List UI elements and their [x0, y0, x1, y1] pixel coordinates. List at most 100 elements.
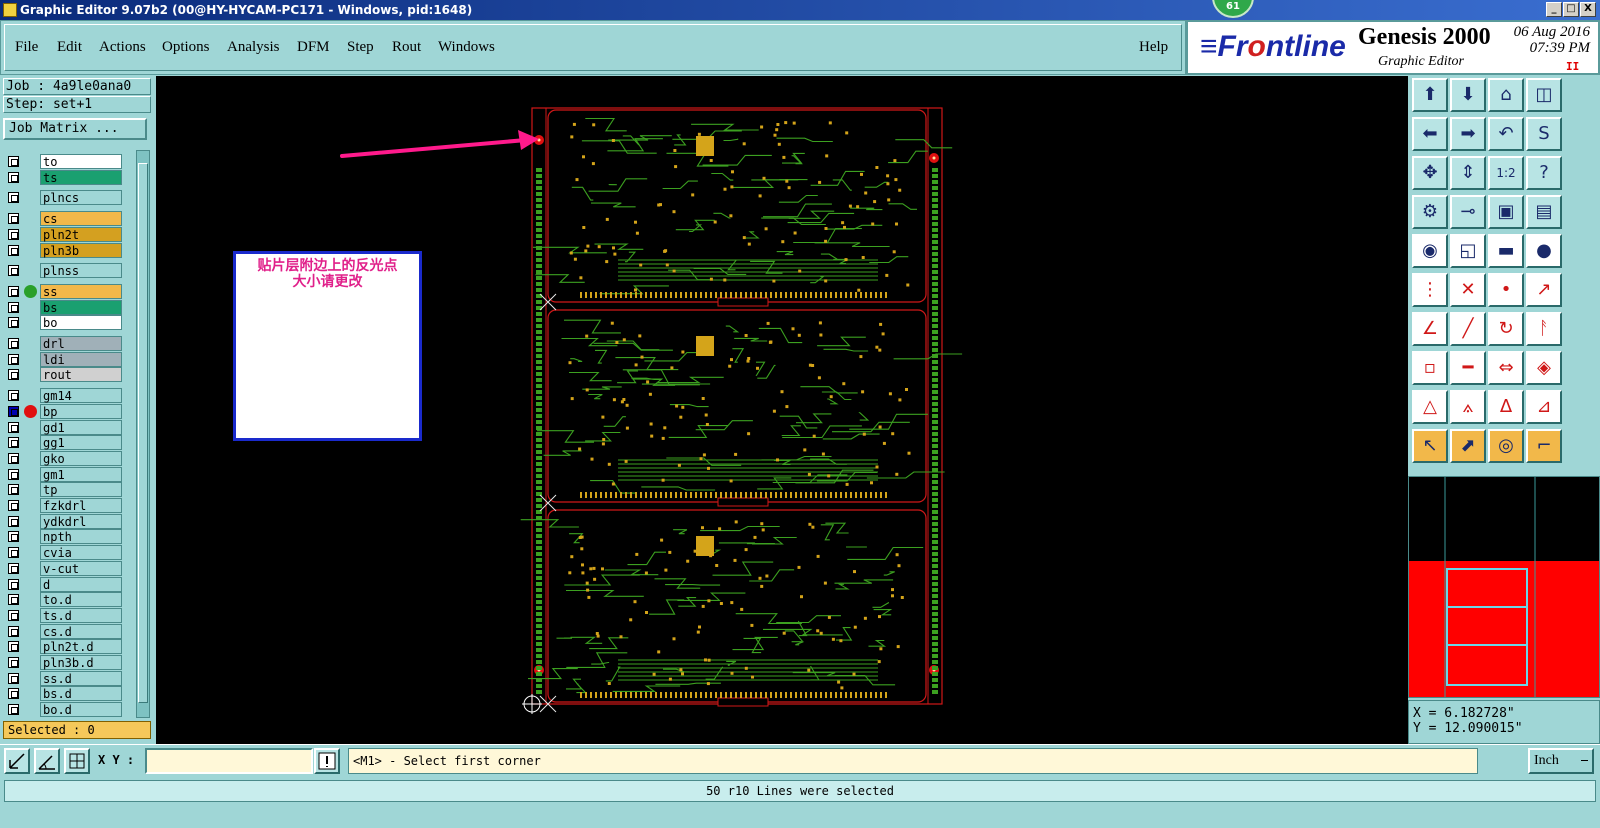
layer-checkbox[interactable] — [8, 213, 19, 225]
layer-name[interactable]: rout — [40, 367, 122, 383]
layer-name[interactable]: plnss — [40, 263, 122, 279]
layer-name[interactable]: bs — [40, 299, 122, 315]
layer-name[interactable]: gko — [40, 450, 122, 466]
graphic-canvas[interactable]: 贴片层附边上的反光点 大小请更改 — [156, 76, 1408, 744]
snap-off-icon[interactable]: ⊸ — [1450, 195, 1486, 229]
layer-row-gm1[interactable]: gm1 — [4, 466, 126, 482]
split-view-icon[interactable]: ◫ — [1526, 78, 1562, 112]
layer-checkbox[interactable] — [8, 468, 19, 480]
menu-dfm[interactable]: DFM — [297, 39, 330, 56]
scale-1-2-icon[interactable]: 1:2 — [1488, 156, 1524, 190]
layer-highlight-icon[interactable]: ▣ — [1488, 195, 1524, 229]
layer-checkbox[interactable] — [8, 405, 19, 417]
layer-checkbox[interactable] — [8, 390, 19, 402]
rotate-view-icon[interactable]: ◱ — [1450, 234, 1486, 268]
layer-name[interactable]: ts — [40, 169, 122, 185]
layer-row-to.d[interactable]: to.d — [4, 592, 126, 608]
measure-icon[interactable]: ⚙ — [1412, 195, 1448, 229]
layer-name[interactable]: cs — [40, 211, 122, 227]
layer-row-d[interactable]: d — [4, 576, 126, 592]
layer-name[interactable]: bs.d — [40, 686, 122, 702]
layer-row-pln2t.d[interactable]: pln2t.d — [4, 639, 126, 655]
maximize-button[interactable]: □ — [1563, 2, 1579, 17]
layer-checkbox[interactable] — [8, 500, 19, 511]
layer-name[interactable]: tp — [40, 482, 122, 498]
pan-right-icon[interactable]: ➡ — [1450, 117, 1486, 151]
layer-name[interactable]: ss — [40, 283, 122, 299]
layer-checkbox[interactable] — [8, 578, 19, 590]
layer-name[interactable]: pln2t — [40, 226, 122, 242]
layer-checkbox[interactable] — [8, 515, 19, 527]
layer-row-to[interactable]: to — [4, 154, 126, 169]
layer-row-bs[interactable]: bs — [4, 299, 126, 315]
move-pad-icon[interactable]: ↗ — [1526, 273, 1562, 307]
fit-screen-icon[interactable]: ✥ — [1412, 156, 1448, 190]
layer-checkbox[interactable] — [8, 594, 19, 606]
close-button[interactable]: X — [1580, 2, 1596, 17]
connect-icon[interactable]: ⋮ — [1412, 273, 1448, 307]
pointer-icon[interactable]: ↖ — [1412, 429, 1448, 463]
layer-name[interactable]: gm14 — [40, 388, 122, 404]
layer-row-pln3b.d[interactable]: pln3b.d — [4, 655, 126, 670]
layer-row-fzkdrl[interactable]: fzkdrl — [4, 498, 126, 513]
resize-icon[interactable]: ⇔ — [1488, 351, 1524, 385]
layer-checkbox[interactable] — [8, 704, 19, 716]
layer-name[interactable]: plncs — [40, 190, 122, 206]
line-cut-icon[interactable]: ━ — [1450, 351, 1486, 385]
layer-checkbox[interactable] — [8, 562, 19, 574]
layer-name[interactable]: npth — [40, 529, 122, 545]
layer-name[interactable]: drl — [40, 336, 122, 351]
layer-row-gm14[interactable]: gm14 — [4, 388, 126, 404]
layer-row-rout[interactable]: rout — [4, 367, 126, 383]
layer-name[interactable]: cvia — [40, 545, 122, 561]
layer-name[interactable]: pln3b.d — [40, 655, 122, 670]
pan-down-icon[interactable]: ⬇ — [1450, 78, 1486, 112]
menu-step[interactable]: Step — [347, 39, 374, 56]
layer-name[interactable]: to — [40, 154, 122, 169]
select-circle-icon[interactable]: ◎ — [1488, 429, 1524, 463]
layer-name[interactable]: bp — [40, 403, 122, 419]
layer-row-plnss[interactable]: plnss — [4, 263, 126, 279]
minimize-button[interactable]: _ — [1546, 2, 1562, 17]
layer-checkbox[interactable] — [8, 265, 19, 277]
layer-affected-dot[interactable] — [24, 284, 37, 298]
layer-name[interactable]: bo — [40, 315, 122, 331]
redraw-icon[interactable]: S — [1526, 117, 1562, 151]
layer-name[interactable]: fzkdrl — [40, 498, 122, 513]
job-matrix-button[interactable]: Job Matrix ... — [3, 118, 147, 140]
layer-checkbox[interactable] — [8, 421, 19, 433]
notification-badge[interactable]: 61 — [1212, 0, 1254, 18]
layer-name[interactable]: ldi — [40, 351, 122, 367]
layer-checkbox[interactable] — [8, 353, 19, 365]
snap-corner-button[interactable] — [4, 748, 30, 774]
layer-row-bo[interactable]: bo — [4, 315, 126, 331]
layer-checkbox[interactable] — [8, 369, 19, 381]
query-icon[interactable]: ? — [1526, 156, 1562, 190]
layer-checkbox[interactable] — [8, 228, 19, 240]
zoom-back-icon[interactable]: ↶ — [1488, 117, 1524, 151]
layer-list-scrollbar[interactable] — [136, 150, 150, 718]
layer-name[interactable]: gd1 — [40, 419, 122, 435]
pause-icon[interactable]: II — [1566, 60, 1579, 73]
layer-row-gg1[interactable]: gg1 — [4, 435, 126, 451]
layer-filter-icon[interactable]: ▤ — [1526, 195, 1562, 229]
line-angle-icon[interactable]: ∠ — [1412, 312, 1448, 346]
layer-row-gd1[interactable]: gd1 — [4, 419, 126, 435]
layer-checkbox[interactable] — [8, 484, 19, 496]
layer-checkbox[interactable] — [8, 672, 19, 684]
arc-mode-2-icon[interactable]: ⟑ — [1450, 390, 1486, 424]
layer-row-ss[interactable]: ss — [4, 283, 126, 299]
layer-row-bp[interactable]: bp — [4, 403, 126, 419]
layer-row-plncs[interactable]: plncs — [4, 190, 126, 206]
alert-button[interactable] — [314, 748, 340, 774]
unit-selector[interactable]: Inch ⎯ — [1528, 748, 1594, 774]
arc-mode-1-icon[interactable]: △ — [1412, 390, 1448, 424]
pan-up-icon[interactable]: ⬆ — [1412, 78, 1448, 112]
layer-name[interactable]: ydkdrl — [40, 513, 122, 529]
layer-checkbox[interactable] — [8, 547, 19, 559]
line-draw-icon[interactable]: ╱ — [1450, 312, 1486, 346]
layer-row-pln2t[interactable]: pln2t — [4, 226, 126, 242]
layer-checkbox[interactable] — [8, 531, 19, 543]
layer-row-bo.d[interactable]: bo.d — [4, 702, 126, 718]
layer-checkbox[interactable] — [8, 192, 19, 204]
